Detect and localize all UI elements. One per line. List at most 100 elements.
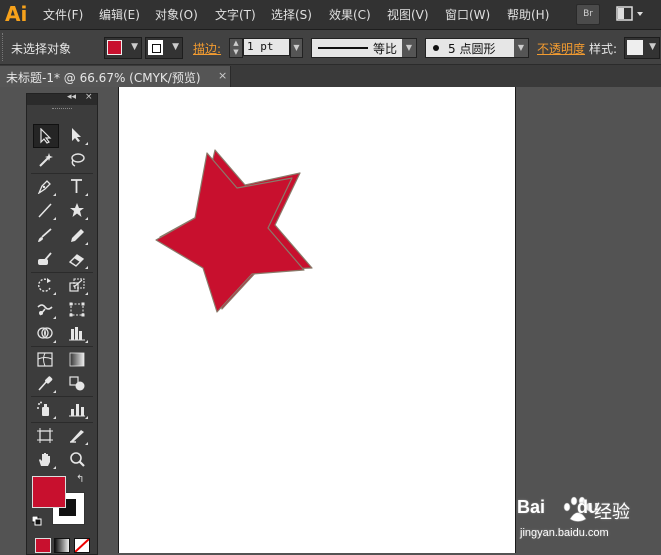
close-icon[interactable]: ×	[85, 92, 93, 102]
menu-window[interactable]: 窗口(W)	[445, 6, 490, 23]
hand-tool[interactable]	[33, 448, 57, 470]
control-bar-grip[interactable]	[2, 33, 6, 61]
symbol-sprayer-tool[interactable]	[33, 398, 57, 420]
artboard[interactable]	[118, 87, 516, 553]
eraser-tool[interactable]	[65, 248, 89, 270]
stroke-panel-link[interactable]: 描边:	[193, 40, 221, 57]
paintbrush-tool[interactable]	[33, 224, 57, 246]
rotate-tool[interactable]	[33, 274, 57, 296]
tools-panel-grip[interactable]	[52, 108, 72, 112]
menu-effect[interactable]: 效果(C)	[329, 6, 371, 23]
lasso-tool[interactable]	[65, 149, 89, 171]
flyout-indicator	[53, 193, 56, 196]
paintbrush-tool-icon	[38, 228, 52, 242]
profile-label: 等比	[373, 42, 398, 56]
column-graph-tool[interactable]	[65, 398, 89, 420]
eraser-tool-icon	[68, 254, 85, 267]
bridge-button[interactable]: Br	[576, 4, 600, 25]
none-mode-button[interactable]	[74, 538, 90, 553]
flyout-indicator	[85, 416, 88, 419]
chevron-down-icon[interactable]: ▼	[290, 38, 303, 58]
menu-select[interactable]: 选择(S)	[271, 6, 312, 23]
selection-status: 未选择对象	[11, 42, 72, 56]
column-graph-tool-icon	[69, 404, 85, 417]
magic-wand-tool[interactable]	[33, 149, 57, 171]
menu-object[interactable]: 对象(O)	[155, 6, 198, 23]
free-transform-tool[interactable]	[65, 298, 89, 320]
tools-separator	[31, 272, 93, 273]
style-label: 样式:	[589, 42, 618, 56]
rotate-tool-icon	[38, 278, 51, 292]
flyout-indicator	[85, 193, 88, 196]
graphic-style-dropdown[interactable]: ▼	[624, 37, 660, 59]
blob-brush-tool[interactable]	[33, 248, 57, 270]
tools-panel-header[interactable]: ◂◂ ×	[27, 92, 97, 105]
pencil-tool[interactable]	[65, 224, 89, 246]
stroke-color-dropdown[interactable]: ▼	[145, 37, 183, 59]
fill-color-chip[interactable]	[32, 476, 66, 508]
workspace-switcher[interactable]	[616, 5, 646, 23]
pencil-tool-icon	[71, 229, 84, 242]
menu-file[interactable]: 文件(F)	[43, 6, 83, 23]
gradient-mode-button[interactable]	[54, 538, 70, 553]
line-segment-tool[interactable]	[33, 199, 57, 221]
menu-help[interactable]: 帮助(H)	[507, 6, 549, 23]
flyout-indicator	[53, 217, 56, 220]
fill-color-dropdown[interactable]: ▼	[104, 37, 142, 59]
brush-label: 5 点圆形	[448, 42, 496, 56]
control-bar: 未选择对象 ▼ ▼ 描边: ▲ ▼ 1 pt ▼ 等比 ▼ 5 点圆形 ▼ 不透明…	[0, 30, 661, 65]
fill-swatch	[107, 40, 122, 55]
scale-tool-icon	[69, 278, 85, 292]
stroke-swatch	[148, 40, 163, 55]
chevron-down-icon: ▼	[514, 39, 528, 57]
opacity-panel-link[interactable]: 不透明度	[537, 40, 585, 57]
chevron-down-icon: ▼	[172, 42, 179, 52]
stroke-weight-input[interactable]: 1 pt	[243, 38, 290, 56]
type-tool[interactable]	[65, 175, 89, 197]
watermark-url: jingyan.baidu.com	[520, 527, 609, 539]
warp-tool[interactable]	[33, 298, 57, 320]
gradient-tool[interactable]	[65, 348, 89, 370]
mesh-tool[interactable]	[33, 348, 57, 370]
perspective-grid-tool[interactable]	[65, 322, 89, 344]
brush-definition-dropdown[interactable]: 5 点圆形 ▼	[425, 38, 529, 58]
swap-fill-stroke-icon[interactable]: ↰	[76, 474, 84, 485]
app-logo: Ai	[5, 2, 28, 26]
flyout-indicator	[85, 242, 88, 245]
eyedropper-tool[interactable]	[33, 372, 57, 394]
tools-panel: ◂◂ × ↰	[26, 92, 98, 555]
scale-tool[interactable]	[65, 274, 89, 296]
slice-tool[interactable]	[65, 424, 89, 446]
pen-tool-icon	[37, 180, 51, 194]
magic-wand-tool-icon	[39, 153, 53, 167]
menu-view[interactable]: 视图(V)	[387, 6, 429, 23]
artboard-tool[interactable]	[33, 424, 57, 446]
color-mode-button[interactable]	[35, 538, 51, 553]
pen-tool[interactable]	[33, 175, 57, 197]
document-tab-bar: 未标题-1* @ 66.67% (CMYK/预览) ×	[0, 65, 661, 87]
zoom-tool[interactable]	[65, 448, 89, 470]
warp-tool-icon	[37, 304, 53, 316]
menu-type[interactable]: 文字(T)	[215, 6, 256, 23]
document-tab[interactable]: 未标题-1* @ 66.67% (CMYK/预览) ×	[0, 66, 231, 87]
stroke-weight-field: ▲ ▼ 1 pt ▼	[229, 38, 303, 58]
menu-edit[interactable]: 编辑(E)	[99, 6, 140, 23]
blend-tool[interactable]	[65, 372, 89, 394]
direct-selection-tool[interactable]	[65, 124, 89, 146]
star-tool[interactable]	[65, 199, 89, 221]
flyout-indicator	[85, 217, 88, 220]
star-tool-icon	[70, 203, 84, 217]
close-icon[interactable]: ×	[218, 69, 227, 82]
none-icon	[74, 538, 90, 553]
collapse-icon[interactable]: ◂◂	[67, 92, 76, 102]
selection-tool[interactable]	[33, 124, 59, 148]
profile-preview	[318, 47, 368, 49]
stroke-weight-stepper[interactable]: ▲ ▼	[229, 38, 243, 58]
chevron-down-icon: ▼	[131, 42, 138, 52]
brush-dot-icon	[433, 45, 439, 51]
shape-builder-tool[interactable]	[33, 322, 57, 344]
default-fill-stroke-icon[interactable]	[32, 516, 42, 526]
eyedropper-tool-icon	[38, 376, 53, 391]
shape-builder-tool-icon	[37, 327, 53, 339]
variable-width-profile-dropdown[interactable]: 等比 ▼	[311, 38, 417, 58]
